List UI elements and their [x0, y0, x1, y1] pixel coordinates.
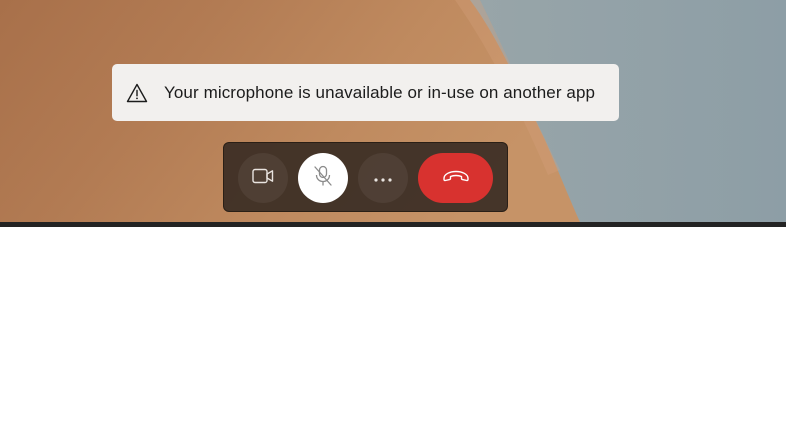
phone-hangup-icon: [442, 169, 470, 187]
warning-message: Your microphone is unavailable or in-use…: [164, 82, 596, 102]
microphone-button[interactable]: [298, 153, 348, 203]
more-options-button[interactable]: [358, 153, 408, 203]
end-call-button[interactable]: [418, 153, 493, 203]
microphone-off-icon: [313, 165, 333, 192]
video-camera-icon: [252, 168, 274, 189]
camera-button[interactable]: [238, 153, 288, 203]
warning-triangle-icon: [126, 82, 148, 104]
more-horizontal-icon: [374, 169, 392, 187]
video-bottom-edge: [0, 222, 786, 227]
call-controls-bar: [223, 142, 508, 212]
microphone-warning-toast: Your microphone is unavailable or in-use…: [112, 64, 619, 121]
